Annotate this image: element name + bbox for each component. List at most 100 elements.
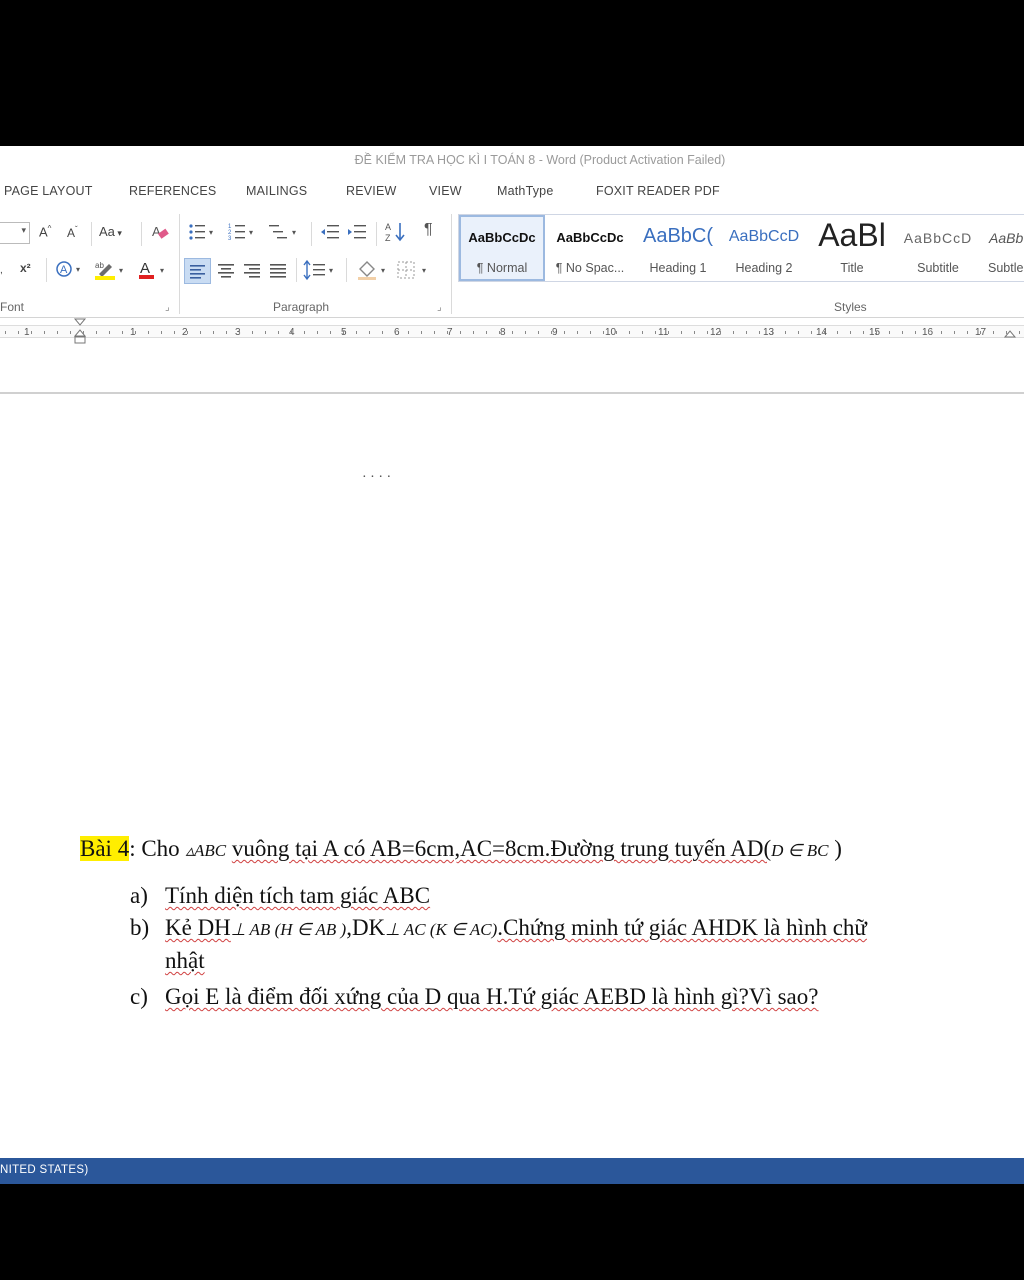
multilevel-list-button[interactable]: ▾ bbox=[268, 222, 302, 245]
item-text: Tính diện tích tam giác ABC bbox=[165, 883, 431, 908]
tab-mathtype[interactable]: MathType bbox=[497, 184, 554, 198]
increase-indent-button[interactable] bbox=[347, 222, 367, 245]
style-no-spacing[interactable]: AaBbCcDc ¶ No Spac... bbox=[547, 215, 633, 281]
font-color-icon: A ▾ bbox=[139, 260, 164, 279]
align-left-button[interactable] bbox=[184, 258, 211, 284]
font-color-button[interactable]: A ▾ bbox=[138, 258, 170, 283]
svg-text:▾: ▾ bbox=[249, 228, 253, 237]
highlight-color-button[interactable]: ab ▾ bbox=[93, 258, 129, 283]
style-normal[interactable]: AaBbCcDc ¶ Normal bbox=[459, 215, 545, 281]
show-formatting-button[interactable]: ¶ bbox=[424, 221, 433, 239]
line-spacing-button[interactable]: ▾ bbox=[303, 259, 337, 284]
grow-font-label: A bbox=[39, 224, 48, 240]
ruler-tick bbox=[941, 331, 942, 334]
decrease-indent-button[interactable] bbox=[320, 222, 340, 245]
align-right-button[interactable] bbox=[241, 259, 263, 284]
tab-foxit-reader-pdf[interactable]: FOXIT READER PDF bbox=[596, 184, 720, 198]
font-size-box[interactable]: ▾ bbox=[0, 222, 30, 244]
ruler-tick bbox=[343, 331, 344, 334]
horizontal-ruler[interactable]: 11234567891011121314151617 bbox=[0, 318, 1024, 344]
style-sample: AaBbCcD bbox=[728, 228, 800, 245]
style-subtle-emphasis[interactable]: AaBb Subtle bbox=[981, 215, 1024, 281]
list-item-b-continuation: nhật bbox=[165, 948, 205, 974]
change-case-button[interactable]: Aa ▾ bbox=[99, 224, 122, 239]
problem-label: Bài 4 bbox=[80, 836, 130, 861]
ruler-tick bbox=[837, 331, 838, 334]
clear-formatting-button[interactable]: A bbox=[150, 222, 170, 245]
svg-text:▾: ▾ bbox=[160, 266, 164, 275]
language-indicator[interactable]: NITED STATES) bbox=[0, 1164, 88, 1176]
paragraph-group-label: Paragraph bbox=[273, 300, 330, 314]
shrink-font-label: A bbox=[67, 226, 76, 240]
svg-text:▾: ▾ bbox=[292, 228, 296, 237]
ruler-tick bbox=[395, 331, 396, 334]
item-text: Gọi E là điểm đối xứng của D qua H.Tứ gi… bbox=[165, 984, 819, 1009]
sort-icon: AZ bbox=[385, 222, 405, 243]
svg-text:▾: ▾ bbox=[422, 266, 426, 275]
dialog-launcher-icon[interactable]: ⌟ bbox=[437, 302, 442, 313]
superscript-button[interactable]: x² bbox=[20, 261, 31, 275]
style-sample: AaBbCcDc bbox=[556, 230, 624, 245]
ruler-tick bbox=[993, 331, 994, 334]
ruler-tick bbox=[291, 331, 292, 334]
style-subtitle[interactable]: AaBbCcD Subtitle bbox=[895, 215, 981, 281]
item-marker: a) bbox=[130, 883, 148, 908]
align-center-button[interactable] bbox=[215, 259, 237, 284]
ruler-tick bbox=[980, 331, 981, 334]
style-heading-2[interactable]: AaBbCcD Heading 2 bbox=[721, 215, 807, 281]
ruler-tick bbox=[564, 331, 565, 334]
tab-view[interactable]: VIEW bbox=[429, 184, 462, 198]
bullets-button[interactable]: ▾ bbox=[188, 222, 218, 245]
style-sample: AaBl bbox=[818, 217, 886, 253]
ruler-tick bbox=[668, 331, 669, 334]
style-heading-1[interactable]: AaBbC( Heading 1 bbox=[635, 215, 721, 281]
ruler-tick bbox=[629, 331, 630, 334]
ruler-tick bbox=[954, 331, 955, 334]
ruler-tick bbox=[486, 331, 487, 334]
align-left-icon bbox=[190, 265, 205, 279]
ruler-tick bbox=[421, 331, 422, 334]
svg-text:3: 3 bbox=[228, 236, 232, 242]
ruler-tick bbox=[5, 331, 6, 334]
multilevel-list-icon: ▾ bbox=[269, 225, 296, 239]
ruler-tick bbox=[876, 331, 877, 334]
tab-page-layout[interactable]: PAGE LAYOUT bbox=[4, 184, 93, 198]
shrink-font-button[interactable]: Aˇ bbox=[67, 225, 78, 240]
perpendicular-condition-2: ⊥ AC (K ∈ AC) bbox=[385, 920, 498, 939]
ruler-tick bbox=[1006, 331, 1007, 334]
ruler-tick bbox=[746, 331, 747, 334]
justify-button[interactable] bbox=[267, 259, 289, 284]
ruler-tick bbox=[720, 331, 721, 334]
shading-button[interactable]: ▾ bbox=[356, 259, 390, 284]
document-page[interactable]: · · · · Bài 4: Cho ▵ABC vuông tại A có A… bbox=[0, 408, 1024, 1158]
tab-references[interactable]: REFERENCES bbox=[129, 184, 216, 198]
ruler-tick bbox=[447, 331, 448, 334]
item-text-2: ,DK bbox=[346, 915, 386, 940]
subscript-button[interactable]: , bbox=[0, 262, 3, 276]
sort-button[interactable]: AZ bbox=[385, 220, 407, 247]
tab-review[interactable]: REVIEW bbox=[346, 184, 397, 198]
numbering-button[interactable]: 1 2 3 ▾ bbox=[228, 222, 258, 245]
ruler-tick bbox=[499, 331, 500, 334]
text-effects-button[interactable]: A ▾ bbox=[56, 259, 86, 282]
ruler-number: 1 bbox=[24, 327, 30, 338]
tab-mailings[interactable]: MAILINGS bbox=[246, 184, 307, 198]
grow-font-button[interactable]: A^ bbox=[39, 224, 51, 239]
borders-button[interactable]: ▾ bbox=[396, 259, 432, 284]
ruler-number: 10 bbox=[605, 327, 617, 338]
ruler-number: 14 bbox=[816, 327, 828, 338]
style-title[interactable]: AaBl Title bbox=[809, 215, 895, 281]
dialog-launcher-icon[interactable]: ⌟ bbox=[165, 302, 170, 313]
ruler-tick bbox=[889, 331, 890, 334]
style-name: Heading 1 bbox=[649, 261, 707, 275]
indent-marker-icon[interactable] bbox=[73, 318, 87, 346]
ruler-tick bbox=[655, 331, 656, 334]
intro-suffix: ) bbox=[834, 836, 842, 861]
style-name: ¶ Normal bbox=[476, 261, 528, 275]
style-sample: AaBbCcDc bbox=[468, 230, 536, 245]
ribbon: ▾ A^ Aˇ Aa ▾ A , x² A ▾ ab ▾ A ▾ ▾ 1 2 3 ▾ ▾ bbox=[0, 206, 1024, 318]
ribbon-tabs: PAGE LAYOUT REFERENCES MAILINGS REVIEW V… bbox=[0, 176, 1024, 206]
svg-text:Z: Z bbox=[385, 233, 391, 243]
ruler-tick bbox=[408, 331, 409, 334]
ruler-tick bbox=[304, 331, 305, 334]
